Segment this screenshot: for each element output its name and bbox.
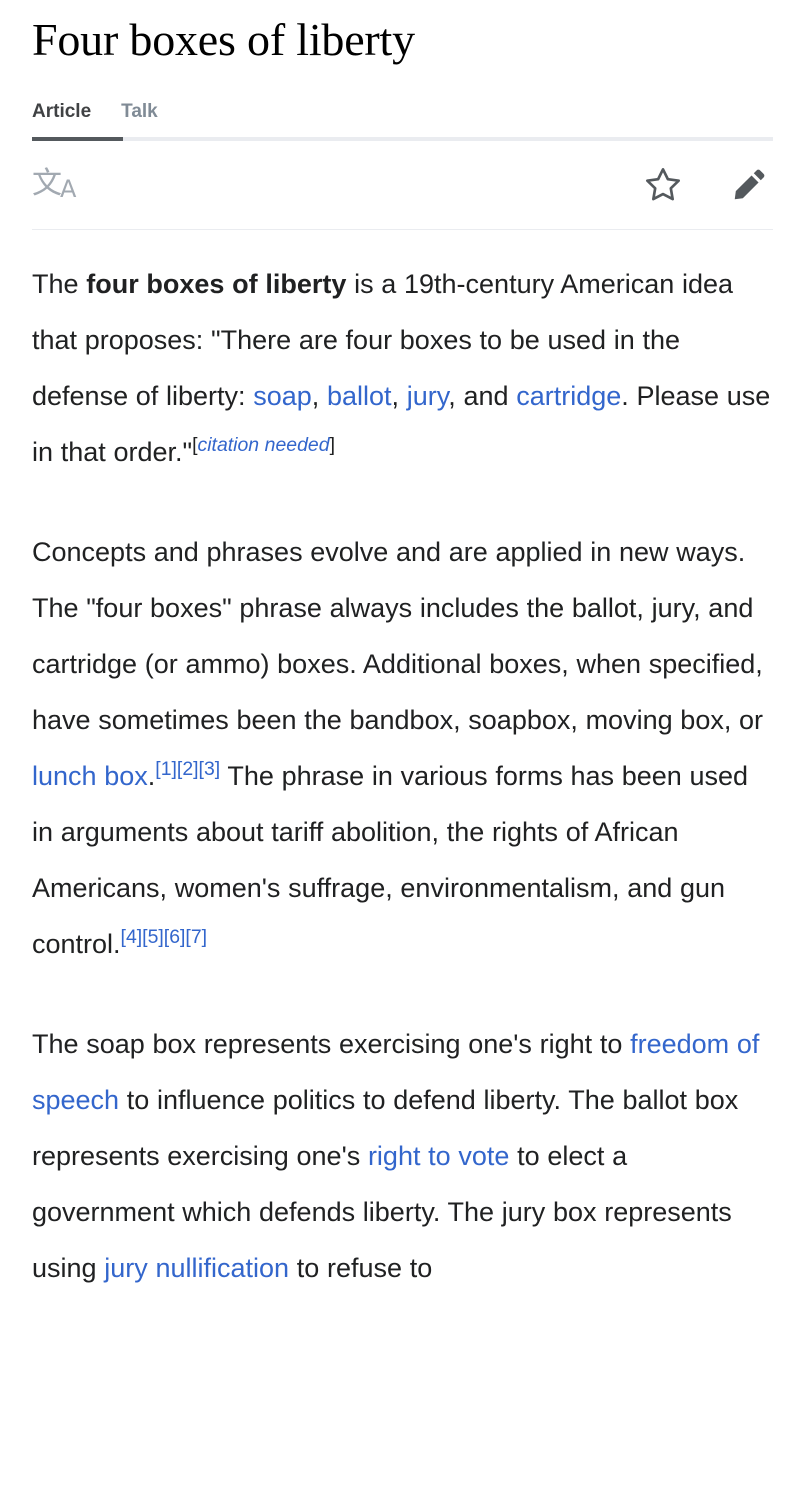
reference-3[interactable]: [3] [199,758,221,780]
reference-group-b: [4][5][6][7] [121,926,208,948]
concepts-text-1: Concepts and phrases evolve and are appl… [32,536,764,735]
lead-text-4: , [391,380,407,411]
soapbox-text-4: to refuse to [289,1252,433,1283]
link-ballot[interactable]: ballot [327,381,392,411]
article-content: The four boxes of liberty is a 19th-cent… [0,256,805,1296]
lead-text-1: The [32,268,87,299]
lead-text-5: , and [448,380,517,411]
paragraph-lead: The four boxes of liberty is a 19th-cent… [32,256,773,480]
paragraph-soapbox: The soap box represents exercising one's… [32,1016,773,1296]
article-tabs: Article Talk [0,93,805,137]
watchlist-button[interactable] [639,161,687,209]
link-soap[interactable]: soap [253,381,312,411]
lead-bold-term: four boxes of liberty [86,268,347,299]
soapbox-text-1: The soap box represents exercising one's… [32,1028,631,1059]
citation-needed-bracket-close: ] [329,433,335,456]
reference-group-a: [1][2][3] [155,758,220,780]
link-jury-nullification[interactable]: jury nullification [104,1253,289,1283]
tab-article[interactable]: Article [32,101,91,137]
article-page: Four boxes of liberty Article Talk 文A Th… [0,0,805,1500]
reference-7[interactable]: [7] [185,926,207,948]
page-title: Four boxes of liberty [32,14,415,65]
citation-needed-tag: [citation needed] [192,434,335,456]
language-icon-sub: A [60,174,76,203]
link-right-to-vote[interactable]: right to vote [368,1141,509,1171]
language-button[interactable]: 文A [32,161,80,209]
citation-needed-link[interactable]: citation needed [198,434,330,456]
link-lunch-box[interactable]: lunch box [32,761,148,791]
language-icon: 文A [32,165,76,203]
active-tab-indicator [32,136,123,141]
edit-button[interactable] [725,161,773,209]
language-icon-main: 文 [32,165,62,201]
article-action-toolbar: 文A [0,141,805,229]
reference-6[interactable]: [6] [164,926,186,948]
paragraph-concepts: Concepts and phrases evolve and are appl… [32,524,773,972]
toolbar-right-group [639,161,773,209]
link-cartridge[interactable]: cartridge [516,381,621,411]
reference-1[interactable]: [1] [155,758,177,780]
toolbar-left-group: 文A [32,161,80,209]
lead-text-3: , [311,380,327,411]
toolbar-divider [32,228,773,230]
link-jury[interactable]: jury [407,381,449,411]
star-icon [646,167,680,201]
reference-5[interactable]: [5] [142,926,164,948]
reference-4[interactable]: [4] [121,926,143,948]
tab-talk[interactable]: Talk [121,101,158,137]
reference-2[interactable]: [2] [177,758,199,780]
tabs-divider [32,136,773,141]
pencil-icon [734,169,765,200]
